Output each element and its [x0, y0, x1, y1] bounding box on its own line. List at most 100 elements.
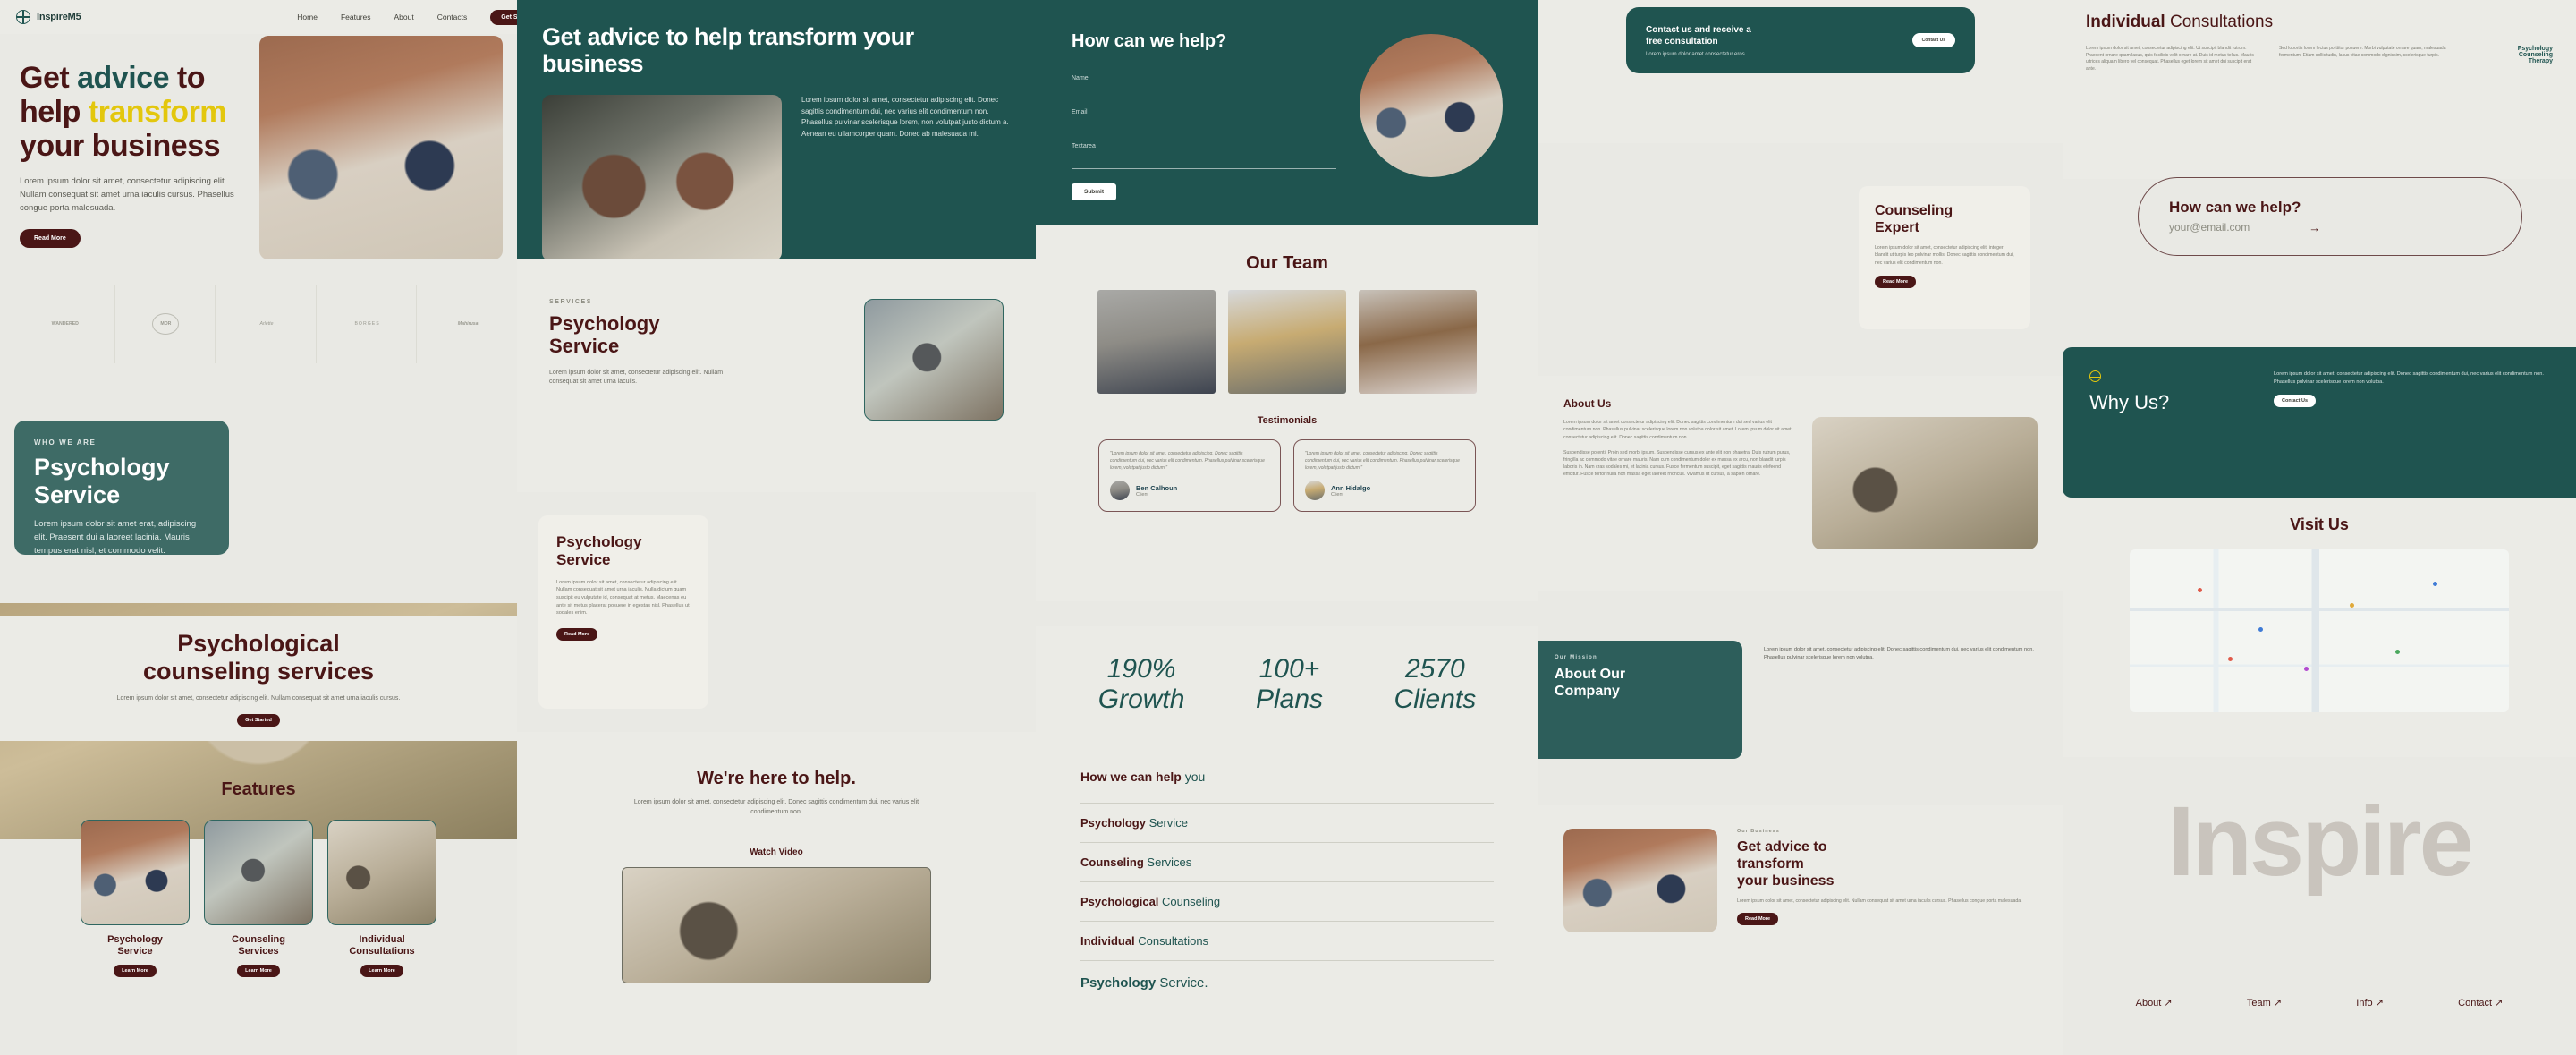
counseling-title-line1: Psychological [177, 629, 340, 657]
feature-card[interactable]: Individual Consultations Learn More [327, 820, 436, 978]
help-list-item[interactable]: Counseling Services [1080, 843, 1494, 881]
counseling-section: Psychological counseling services Lorem … [0, 616, 517, 741]
contact-banner[interactable]: Contact us and receive a free consultatio… [1626, 7, 1975, 73]
cta-card-button[interactable]: Read More [1737, 912, 1779, 925]
psychology-overlay-card: Psychology Service Lorem ipsum dolor sit … [538, 515, 708, 709]
footer-link-team[interactable]: Team ↗ [2247, 997, 2282, 1008]
message-textarea[interactable]: Textarea [1072, 136, 1336, 169]
about-us-image [1812, 417, 2038, 549]
avatar [1305, 481, 1325, 501]
email-capture[interactable]: How can we help? your@email.com → [2138, 177, 2522, 256]
feature-learn-more-button[interactable]: Learn More [114, 965, 157, 978]
why-us-section: Why Us? Lorem ipsum dolor sit amet, cons… [2063, 347, 2576, 498]
logo-item: BORGES [318, 285, 418, 363]
our-mission-body: Lorem ipsum dolor sit amet, consectetur … [1764, 647, 2034, 660]
testimonial-name: Ben Calhoun [1136, 483, 1178, 492]
tag-therapy[interactable]: Therapy [2472, 58, 2553, 64]
stat-value: 190% [1106, 654, 1176, 684]
here-to-help-body: Lorem ipsum dolor sit amet, consectetur … [633, 799, 919, 815]
feature-learn-more-button[interactable]: Learn More [237, 965, 280, 978]
tag-psychology[interactable]: Psychology [2472, 46, 2553, 52]
team-member-photo [1228, 290, 1346, 394]
feature-card-title: Psychology Service [107, 934, 163, 957]
who-we-are-card: WHO WE ARE Psychology Service Lorem ipsu… [14, 421, 229, 555]
nav-item-features[interactable]: Features [341, 13, 371, 21]
why-us-contact-button[interactable]: Contact Us [2274, 395, 2317, 408]
help-list-item[interactable]: Individual Consultations [1080, 922, 1494, 960]
teal-hero-image [542, 95, 782, 259]
psychology-overlay-title: Psychology Service [556, 533, 642, 569]
email-input[interactable]: your@email.com [2169, 221, 2250, 234]
feature-card[interactable]: Counseling Services Learn More [204, 820, 313, 978]
counseling-expert-button[interactable]: Read More [1875, 275, 1917, 288]
stat-label: Clients [1394, 685, 1477, 714]
hero-title-accent-advice: advice [77, 61, 169, 95]
email-field[interactable]: Email [1072, 102, 1336, 123]
counseling-get-started-button[interactable]: Get Started [237, 714, 280, 727]
visit-us-title: Visit Us [2290, 515, 2349, 533]
psychology-overlay-button[interactable]: Read More [556, 628, 598, 642]
map-image[interactable] [2130, 549, 2509, 712]
contact-form-title: How can we help? [1072, 31, 1227, 51]
name-field[interactable]: Name [1072, 68, 1336, 89]
submit-button[interactable]: Submit [1072, 183, 1117, 200]
visit-us-section: Visit Us [2063, 498, 2576, 757]
feature-card-image [327, 820, 436, 925]
individual-consultations-col-1: Lorem ipsum dolor sit amet, consectetur … [2086, 45, 2254, 72]
counseling-body: Lorem ipsum dolor sit amet, consectetur … [116, 694, 401, 702]
stat-item: 2570 Clients [1394, 654, 1477, 715]
our-mission-title: About Our Company [1555, 667, 1626, 700]
testimonial-card: "Lorem ipsum dolor sit amet, consectetur… [1293, 439, 1476, 513]
main-nav: Home Features About Contacts Get Started [297, 9, 546, 25]
counseling-title-line2: counseling services [142, 657, 375, 685]
hero-title-part1: Get [20, 61, 78, 95]
nav-item-about[interactable]: About [394, 13, 414, 21]
contact-banner-button[interactable]: Contact Us [1911, 33, 1955, 47]
why-us-body: Lorem ipsum dolor sit amet, consectetur … [2274, 371, 2544, 385]
our-mission-eyebrow: Our Mission [1555, 655, 1597, 660]
brand-wordmark-block: Inspire [2063, 757, 2576, 927]
cta-card-image [1563, 829, 1717, 932]
about-us-body-1: Lorem ipsum dolor sit amet consectetur a… [1563, 420, 1792, 440]
arrow-right-icon[interactable]: → [2309, 221, 2320, 234]
stat-value: 2570 [1405, 654, 1465, 684]
team-member-photo [1359, 290, 1477, 394]
stats-section: 190% Growth 100+ Plans 2570 Clients [1036, 626, 1538, 743]
brand-logo[interactable]: InspireM5 [16, 10, 81, 24]
help-list-section: How we can help you Psychology Service C… [1036, 743, 1538, 1055]
stat-item: 190% Growth [1098, 654, 1185, 715]
footer-links: About ↗ Team ↗ Info ↗ Contact ↗ [2063, 975, 2576, 1029]
feature-learn-more-button[interactable]: Learn More [360, 965, 403, 978]
help-list-item[interactable]: Psychological Counseling [1080, 882, 1494, 921]
footer-link-info[interactable]: Info ↗ [2356, 997, 2384, 1008]
stat-value: 100+ [1258, 654, 1320, 684]
hero-left: Get advice to help transform your busine… [0, 34, 268, 258]
team-member-photo [1097, 290, 1216, 394]
watch-video-frame[interactable] [622, 867, 931, 983]
individual-consultations-col-2: Sed lobortis lorem lectus porttitor posu… [2279, 45, 2446, 58]
services-block: SERVICES Psychology Service Lorem ipsum d… [517, 259, 1036, 492]
design-board: InspireM5 Home Features About Contacts G… [0, 0, 2576, 1055]
tag-counseling[interactable]: Counseling [2472, 52, 2553, 58]
feature-card-image [204, 820, 313, 925]
logo-item: Mahirusa [457, 320, 479, 327]
counseling-expert-title: Counseling Expert [1875, 203, 1953, 236]
contact-form-section: How can we help? Name Email Textarea Sub… [1036, 0, 1538, 225]
contact-form-image [1360, 34, 1503, 177]
hero-read-more-button[interactable]: Read More [20, 229, 80, 249]
here-to-help-section: We're here to help. Lorem ipsum dolor si… [517, 732, 1036, 1055]
nav-item-home[interactable]: Home [297, 13, 318, 21]
hero-title-accent-transform: transform [88, 95, 227, 130]
our-mission-body-wrap: Lorem ipsum dolor sit amet, consectetur … [1764, 646, 2050, 736]
features-section: Features Psychology Service Learn More Co… [0, 778, 517, 1055]
logo-strip: WANDERED MOR Arlette BORGES Mahirusa [16, 285, 517, 363]
services-title: Psychology Service [549, 312, 660, 358]
contact-banner-body: Lorem ipsum dolor amet consectetur eros. [1646, 51, 1747, 57]
who-we-are-title: Psychology Service [34, 454, 170, 509]
nav-item-contacts[interactable]: Contacts [437, 13, 468, 21]
footer-link-contact[interactable]: Contact ↗ [2458, 997, 2503, 1008]
help-list-item[interactable]: Psychology Service [1080, 804, 1494, 842]
cta-card-section: Our Business Get advice to transform your … [1538, 805, 2063, 1055]
feature-card[interactable]: Psychology Service Learn More [80, 820, 190, 978]
footer-link-about[interactable]: About ↗ [2136, 997, 2173, 1008]
